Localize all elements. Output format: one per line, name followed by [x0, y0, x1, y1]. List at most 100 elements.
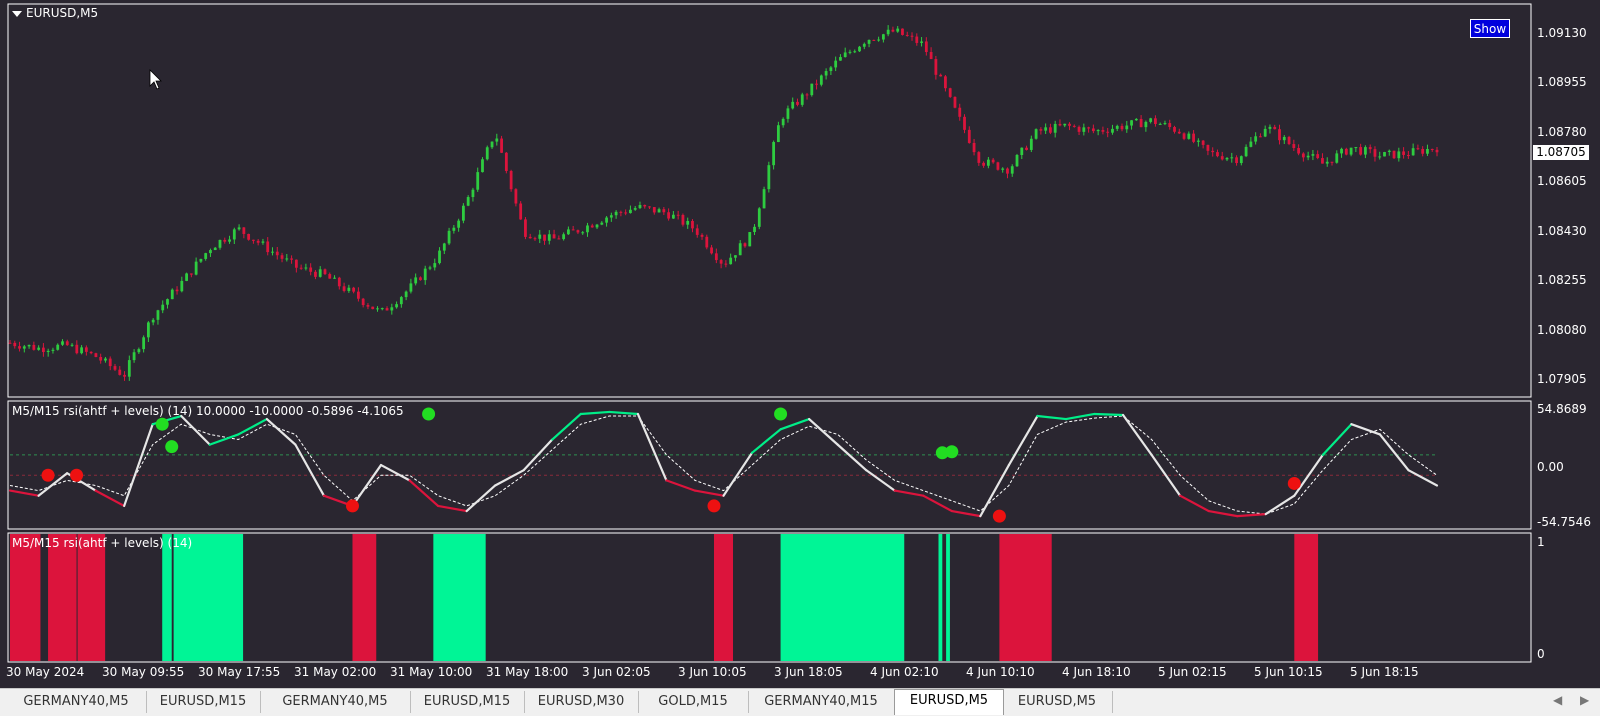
- time-label: 30 May 2024: [6, 665, 85, 679]
- price-tick: 1.08255: [1537, 273, 1587, 287]
- time-label: 31 May 10:00: [390, 665, 473, 679]
- time-label: 4 Jun 18:10: [1062, 665, 1131, 679]
- histogram-up-bar: [433, 534, 486, 661]
- histogram-up-bar: [780, 534, 905, 661]
- time-label: 5 Jun 18:15: [1350, 665, 1419, 679]
- time-label: 30 May 09:55: [102, 665, 185, 679]
- candle: [94, 352, 98, 358]
- candle: [323, 268, 327, 276]
- histogram-indicator-title: M5/M15 rsi(ahtf + levels) (14): [12, 536, 193, 550]
- candle: [996, 161, 1000, 171]
- price-tick: 1.08780: [1537, 125, 1587, 139]
- histogram-tick: 0: [1537, 647, 1545, 661]
- candle: [371, 306, 375, 310]
- candle: [247, 233, 251, 241]
- candle: [767, 161, 771, 193]
- rsi-indicator-title: M5/M15 rsi(ahtf + levels) (14) 10.0000 -…: [12, 404, 404, 418]
- rsi-up-dot: [155, 417, 169, 431]
- price-tick: 1.08080: [1537, 323, 1587, 337]
- chart-tab[interactable]: EURUSD,M5: [1002, 691, 1113, 713]
- histogram-down-bar: [10, 534, 41, 661]
- time-label: 4 Jun 02:10: [870, 665, 939, 679]
- time-label: 31 May 18:00: [486, 665, 569, 679]
- time-label: 31 May 02:00: [294, 665, 377, 679]
- price-tick: 1.09130: [1537, 26, 1587, 40]
- chart-tab[interactable]: EURUSD,M30: [524, 691, 639, 713]
- histogram-down-bar: [713, 534, 734, 661]
- chart-tab[interactable]: EURUSD,M15: [146, 691, 261, 713]
- chart-tab[interactable]: GERMANY40,M15: [748, 691, 895, 713]
- candle: [1034, 128, 1038, 140]
- chart-tab[interactable]: GOLD,M15: [638, 691, 749, 713]
- histogram-down-bar: [48, 534, 77, 661]
- candle: [1287, 135, 1291, 146]
- candle: [953, 96, 957, 109]
- time-label: 4 Jun 10:10: [966, 665, 1035, 679]
- rsi-up-dot: [774, 407, 788, 421]
- rsi-tick: -54.7546: [1537, 515, 1591, 529]
- price-tick: 1.07905: [1537, 372, 1587, 386]
- chart-tab-bar: GERMANY40,M5 EURUSD,M15 GERMANY40,M5 EURUSD…: [0, 688, 1600, 716]
- chart-tab[interactable]: EURUSD,M15: [410, 691, 525, 713]
- histogram-tick: 1: [1537, 535, 1545, 549]
- candle: [519, 201, 523, 220]
- tab-scroll-left-icon[interactable]: ◀: [1553, 693, 1562, 707]
- histogram-up-bar: [173, 534, 244, 661]
- candle: [762, 186, 766, 209]
- chart-canvas[interactable]: [0, 0, 1600, 688]
- rsi-tick: 54.8689: [1537, 402, 1587, 416]
- candle: [901, 28, 904, 36]
- time-label: 5 Jun 02:15: [1158, 665, 1227, 679]
- price-tick: 1.08955: [1537, 75, 1587, 89]
- candle: [757, 207, 761, 230]
- rsi-down-dot: [70, 468, 84, 482]
- rsi-down-dot: [345, 499, 359, 513]
- candle: [1015, 153, 1019, 167]
- candle: [748, 231, 752, 247]
- rsi-down-dot: [707, 499, 721, 513]
- candle: [858, 45, 861, 52]
- candle: [481, 157, 484, 173]
- chart-tab[interactable]: GERMANY40,M5: [6, 691, 147, 713]
- tab-scroll-right-icon[interactable]: ▶: [1580, 693, 1589, 707]
- candle: [800, 92, 804, 107]
- candle: [819, 74, 823, 87]
- time-label: 5 Jun 10:15: [1254, 665, 1323, 679]
- candle: [170, 288, 174, 300]
- candle: [810, 83, 814, 97]
- current-price-label: 1.08705: [1533, 145, 1589, 160]
- candle: [1344, 147, 1348, 156]
- chart-symbol-title[interactable]: EURUSD,M5: [12, 6, 98, 20]
- price-tick: 1.08430: [1537, 224, 1587, 238]
- candle: [948, 87, 952, 98]
- time-label: 3 Jun 18:05: [774, 665, 843, 679]
- candle: [1383, 151, 1386, 157]
- candle: [681, 213, 685, 227]
- show-button[interactable]: Show: [1470, 19, 1510, 38]
- candle: [772, 140, 776, 170]
- candle: [1392, 150, 1396, 160]
- rsi-up-dot: [945, 445, 959, 459]
- histogram-down-bar: [77, 534, 106, 661]
- chart-tab[interactable]: GERMANY40,M5: [260, 691, 411, 713]
- candle: [705, 234, 709, 250]
- time-label: 30 May 17:55: [198, 665, 281, 679]
- candle: [485, 145, 489, 161]
- rsi-down-dot: [992, 509, 1006, 523]
- candle: [524, 217, 527, 240]
- histogram-down-bar: [1294, 534, 1319, 661]
- rsi-down-dot: [1287, 476, 1301, 490]
- candle: [185, 272, 188, 282]
- chart-window: EURUSD,M5 Show 1.09130 1.08955 1.08780 1…: [0, 0, 1600, 716]
- candle: [461, 203, 465, 224]
- histogram-up-bar: [946, 534, 950, 661]
- chart-tab[interactable]: EURUSD,M5: [894, 689, 1004, 715]
- candle: [504, 152, 508, 174]
- rsi-up-dot: [422, 407, 436, 421]
- histogram-down-bar: [352, 534, 377, 661]
- histogram-up-bar: [162, 534, 172, 661]
- dropdown-triangle-icon[interactable]: [12, 10, 22, 17]
- time-label: 3 Jun 10:05: [678, 665, 747, 679]
- rsi-up-dot: [165, 440, 179, 454]
- rsi-down-dot: [41, 468, 55, 482]
